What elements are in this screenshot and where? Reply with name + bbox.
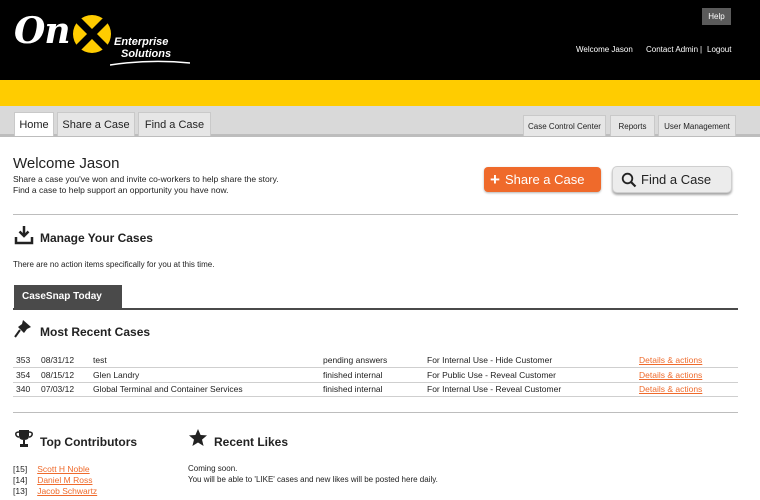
recent-likes-title: Recent Likes: [214, 435, 289, 449]
case-name: Global Terminal and Container Services: [93, 384, 243, 394]
plus-icon: +: [490, 170, 500, 189]
contributor-link[interactable]: Jacob Schwartz: [37, 486, 97, 496]
logo-on-text: On: [14, 10, 71, 52]
header-bar: On Enterprise Solutions Help Welcome Jas…: [0, 0, 760, 80]
trophy-icon: [15, 430, 33, 447]
contributor-count: [14]: [13, 475, 28, 485]
case-id: 340: [16, 384, 31, 394]
table-row: 354 08/15/12 Glen Landry finished intern…: [13, 368, 738, 383]
logo-swoosh: [110, 60, 190, 66]
contact-admin-link[interactable]: Contact Admin: [646, 45, 698, 54]
case-name: Glen Landry: [93, 370, 140, 380]
contributor-item: [13] Jacob Schwartz: [13, 486, 97, 496]
logout-link[interactable]: Logout: [707, 45, 731, 54]
contributor-link[interactable]: Daniel M Ross: [37, 475, 92, 485]
share-a-case-button[interactable]: + Share a Case: [484, 167, 601, 192]
manage-cases-note: There are no action items specifically f…: [13, 260, 215, 269]
header-separator: |: [700, 45, 703, 54]
case-use: For Internal Use - Reveal Customer: [427, 384, 562, 394]
details-actions-link[interactable]: Details & actions: [639, 355, 702, 365]
case-date: 07/03/12: [41, 384, 75, 394]
details-actions-link[interactable]: Details & actions: [639, 370, 702, 380]
tab-reports[interactable]: Reports: [610, 115, 655, 136]
case-date: 08/31/12: [41, 355, 75, 365]
find-a-case-button[interactable]: Find a Case: [612, 166, 732, 193]
contributor-item: [15] Scott H Noble: [13, 464, 90, 474]
download-tray-icon: [14, 226, 34, 245]
recent-cases-title: Most Recent Cases: [40, 325, 151, 339]
case-id: 354: [16, 370, 31, 380]
casesnap-divider: [13, 308, 738, 310]
tab-find-a-case[interactable]: Find a Case: [138, 112, 211, 136]
case-status: finished internal: [323, 384, 383, 394]
contributor-link[interactable]: Scott H Noble: [37, 464, 89, 474]
tab-share-a-case[interactable]: Share a Case: [57, 112, 135, 136]
table-row: 340 07/03/12 Global Terminal and Contain…: [13, 382, 738, 397]
manage-cases-title: Manage Your Cases: [40, 231, 153, 245]
logo[interactable]: On Enterprise Solutions: [14, 8, 194, 68]
case-name: test: [93, 355, 107, 365]
recent-likes-info: You will be able to 'LIKE' cases and new…: [188, 475, 438, 484]
tab-case-control-center[interactable]: Case Control Center: [523, 115, 606, 136]
share-a-case-button-label: Share a Case: [505, 172, 585, 187]
contributor-count: [15]: [13, 464, 28, 474]
case-status: finished internal: [323, 370, 383, 380]
casesnap-today-tab[interactable]: CaseSnap Today: [14, 285, 122, 309]
top-contributors-title: Top Contributors: [40, 435, 138, 449]
intro-line-find: Find a case to help support an opportuni…: [13, 185, 229, 195]
contributor-count: [13]: [13, 486, 28, 496]
brand-stripe: [0, 80, 760, 106]
star-icon: [189, 429, 207, 446]
recent-likes-note: Coming soon.: [188, 464, 238, 473]
tab-home[interactable]: Home: [14, 112, 54, 136]
tab-user-management[interactable]: User Management: [658, 115, 736, 136]
divider: [13, 214, 738, 215]
contributor-item: [14] Daniel M Ross: [13, 475, 92, 485]
logo-enterprise-text: Enterprise: [114, 36, 169, 48]
x-circle-logo-icon: [73, 15, 111, 53]
case-use: For Public Use - Reveal Customer: [427, 370, 556, 380]
divider: [13, 412, 738, 413]
help-button[interactable]: Help: [702, 8, 731, 25]
pushpin-icon: [14, 320, 31, 338]
welcome-user-text: Welcome Jason: [576, 45, 633, 54]
details-actions-link[interactable]: Details & actions: [639, 384, 702, 394]
magnifier-icon: [621, 172, 637, 188]
case-use: For Internal Use - Hide Customer: [427, 355, 553, 365]
table-row: 353 08/31/12 test pending answers For In…: [13, 353, 738, 368]
case-date: 08/15/12: [41, 370, 75, 380]
page-title: Welcome Jason: [13, 155, 120, 172]
case-id: 353: [16, 355, 31, 365]
case-status: pending answers: [323, 355, 388, 365]
find-a-case-button-label: Find a Case: [641, 172, 712, 187]
intro-line-share: Share a case you've won and invite co-wo…: [13, 174, 279, 184]
